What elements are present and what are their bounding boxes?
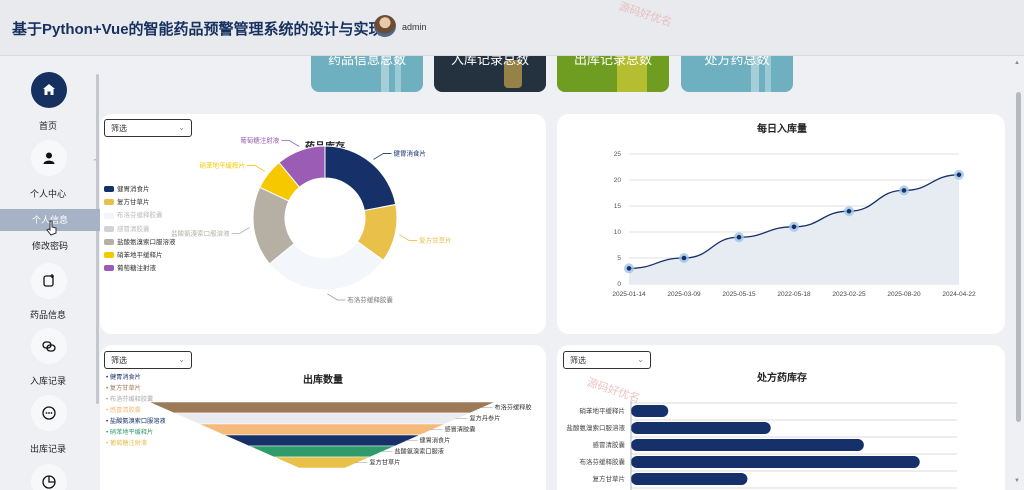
stat-card-drug-total[interactable]: 药品信息总数 <box>311 56 423 92</box>
y-category-label: 盐酸氨溴索口服溶液 <box>567 423 626 432</box>
bar <box>631 405 669 417</box>
app-header: 基于Python+Vue的智能药品预警管理系统的设计与实现 admin <box>0 0 1024 56</box>
y-tick-label: 5 <box>617 255 621 262</box>
y-category-label: 布洛芬缓释胶囊 <box>580 457 626 466</box>
username[interactable]: admin <box>402 22 427 32</box>
document-plus-icon <box>31 263 67 299</box>
user-icon <box>31 140 67 176</box>
stat-card-prescription-total[interactable]: 处方药总数 <box>681 56 793 92</box>
y-tick-label: 15 <box>614 203 622 210</box>
stat-card-outbound-total[interactable]: 出库记录总数 <box>557 56 669 92</box>
sidebar-label-profile: 个人中心 <box>29 189 66 199</box>
chat-icon <box>31 395 67 431</box>
data-point <box>681 255 687 261</box>
sidebar-label-drug-info: 药品信息 <box>29 310 66 320</box>
x-tick-label: 2024-04-22 <box>942 291 976 298</box>
funnel-legend-label: • 盐酸氨溴索口服溶液 <box>106 417 166 425</box>
data-point <box>736 234 742 240</box>
inventory-donut-chart: 健胃消食片复方甘草片布洛芬缓释胶囊 盐酸氨溴索口服溶液 硝苯地平缓释片 葡萄糖注射液 <box>171 135 452 304</box>
y-tick-label: 10 <box>614 229 622 236</box>
donut-slice-label: 布洛芬缓释胶囊 <box>347 295 393 304</box>
funnel-legend-label: • 布洛芬缓释胶囊 <box>106 395 153 403</box>
stat-label-drug-total: 药品信息总数 <box>327 56 406 67</box>
stat-label-prescription-total: 处方药总数 <box>704 56 770 67</box>
home-icon <box>31 72 67 108</box>
funnel-legend-label: • 葡萄糖注射液 <box>106 439 147 447</box>
funnel-legend-label: • 健胃消食片 <box>106 373 141 381</box>
funnel-layer <box>148 401 496 414</box>
donut-slice-label: 健胃消食片 <box>393 148 426 157</box>
y-category-label: 硝苯地平缓释片 <box>580 406 626 415</box>
app-title: 基于Python+Vue的智能药品预警管理系统的设计与实现 <box>12 21 384 38</box>
daily-inbound-line-chart: 0 5 10 15 20 25 2025-01-14 2025-03-09 2025-05-15… <box>612 151 976 298</box>
data-point <box>626 266 632 271</box>
y-tick-label: 25 <box>614 151 622 158</box>
sidebar-item-inbound[interactable]: 入库记录 <box>0 328 96 388</box>
funnel-layer <box>173 412 471 425</box>
funnel-legend-label: • 感冒清胶囊 <box>106 406 141 414</box>
sidebar-item-drug-info[interactable]: 药品信息 <box>0 263 96 323</box>
donut-slice-label: 盐酸氨溴索口服溶液 <box>171 229 230 238</box>
funnel-legend-label: • 复方甘草片 <box>106 384 141 392</box>
outbound-funnel-chart: • 健胃消食片 • 复方甘草片 • 布洛芬缓释胶囊 • 感冒清胶囊 • 盐酸氨溴索口服溶… <box>106 373 532 469</box>
scroll-down-icon[interactable]: ▼ <box>1014 478 1020 484</box>
bar <box>631 439 864 451</box>
x-tick-label: 2025-01-14 <box>612 291 646 298</box>
sidebar-item-more[interactable] <box>0 464 96 490</box>
sidebar-label-home: 首页 <box>38 121 57 131</box>
funnel-right-label: 复方甘草片 <box>370 459 401 467</box>
bar <box>631 473 748 485</box>
donut-label-line <box>373 153 392 160</box>
y-category-label: 复方甘草片 <box>593 474 626 483</box>
x-tick-label: 2022-05-18 <box>777 291 811 298</box>
x-tick-label: 2025-05-15 <box>722 291 756 298</box>
data-point <box>791 224 797 230</box>
donut-slice-label: 复方甘草片 <box>419 236 452 245</box>
funnel-right-label: 复方丹参片 <box>470 415 501 423</box>
funnel-right-label: 健胃消食片 <box>420 437 451 445</box>
x-tick-label: 2025-03-09 <box>667 291 701 298</box>
donut-label-line <box>281 140 300 147</box>
avatar[interactable] <box>374 15 396 37</box>
x-tick-label: 2023-02-25 <box>832 291 866 298</box>
bar <box>631 422 771 434</box>
pie-chart-icon <box>31 464 67 490</box>
stat-label-outbound-total: 出库记录总数 <box>573 56 652 67</box>
funnel-right-label: 布洛芬缓释胶 <box>495 404 532 412</box>
donut-label-line <box>327 293 346 301</box>
y-tick-label: 20 <box>614 177 622 184</box>
sidebar-subitem-change-password[interactable]: 修改密码 <box>0 235 100 257</box>
x-tick-label: 2025-08-20 <box>887 291 921 298</box>
sidebar-item-profile[interactable]: 个人中心 <box>0 140 96 200</box>
scroll-up-icon[interactable]: ▲ <box>1014 60 1020 66</box>
funnel-layer <box>223 434 421 447</box>
donut-label-line <box>246 165 266 172</box>
data-point <box>846 208 852 214</box>
donut-slice <box>324 145 397 212</box>
donut-slice-label: 硝苯地平缓释片 <box>199 160 245 169</box>
donut-label-line <box>231 227 250 234</box>
donut-label-line <box>398 234 418 241</box>
funnel-right-label: 盐酸氨溴索口服液 <box>395 448 445 456</box>
link-icon <box>31 328 67 364</box>
sidebar-item-outbound[interactable]: 出库记录 <box>0 395 96 455</box>
prescription-bar-chart: 硝苯地平缓释片盐酸氨溴索口服溶液感冒清胶囊布洛芬缓释胶囊复方甘草片健胃消食片 <box>567 401 957 490</box>
sidebar-item-home[interactable]: 首页 <box>0 72 96 132</box>
data-point <box>956 172 962 178</box>
sidebar-label-inbound: 入库记录 <box>29 376 66 386</box>
bar <box>631 456 920 468</box>
y-category-label: 感冒清胶囊 <box>593 440 626 449</box>
page-scrollbar[interactable] <box>1016 92 1021 422</box>
data-point <box>901 188 907 193</box>
funnel-layer <box>248 445 396 458</box>
sidebar-label-outbound: 出库记录 <box>29 444 66 454</box>
y-tick-label: 0 <box>617 281 621 288</box>
funnel-right-label: 感冒清胶囊 <box>445 426 476 434</box>
funnel-legend-label: • 硝苯地平缓释片 <box>106 428 153 436</box>
funnel-layer <box>198 423 446 436</box>
donut-slice-label: 葡萄糖注射液 <box>240 135 280 144</box>
stat-card-inbound-total[interactable]: 入库记录总数 <box>434 56 546 92</box>
stat-label-inbound-total: 入库记录总数 <box>450 56 529 67</box>
